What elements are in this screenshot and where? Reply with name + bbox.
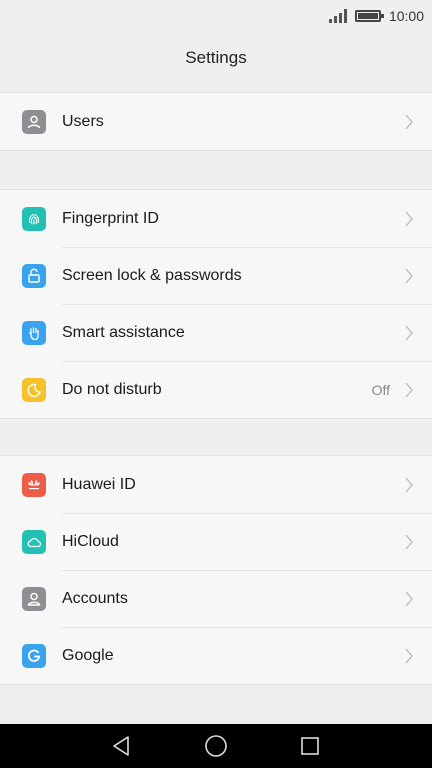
user-icon: [22, 109, 46, 134]
account-icon: [22, 586, 46, 611]
settings-item-screen-lock[interactable]: Screen lock & passwords: [0, 247, 432, 304]
settings-item-do-not-disturb[interactable]: Do not disturb Off: [0, 361, 432, 418]
settings-item-smart-assistance[interactable]: Smart assistance: [0, 304, 432, 361]
settings-item-label: Smart assistance: [62, 323, 185, 341]
battery-icon: [354, 10, 384, 22]
page-title: Settings: [185, 48, 247, 67]
settings-item-google[interactable]: Google: [0, 627, 432, 684]
settings-item-fingerprint[interactable]: Fingerprint ID: [0, 190, 432, 247]
chevron-right-icon: [405, 268, 413, 283]
chevron-right-icon: [405, 114, 413, 129]
moon-icon: [22, 377, 46, 402]
fingerprint-icon: [22, 206, 46, 231]
chevron-right-icon: [405, 477, 413, 492]
settings-group-users: Users: [0, 92, 432, 151]
recents-icon[interactable]: [298, 734, 322, 758]
settings-item-label: Fingerprint ID: [62, 209, 159, 227]
cloud-icon: [22, 529, 46, 554]
settings-item-label: Huawei ID: [62, 475, 136, 493]
settings-item-label: Screen lock & passwords: [62, 266, 242, 284]
chevron-right-icon: [405, 382, 413, 397]
settings-item-accounts[interactable]: Accounts: [0, 570, 432, 627]
lock-icon: [22, 263, 46, 288]
status-bar: 10:00: [0, 0, 432, 32]
settings-item-hicloud[interactable]: HiCloud: [0, 513, 432, 570]
settings-item-label: HiCloud: [62, 532, 119, 550]
settings-item-label: Accounts: [62, 589, 128, 607]
back-icon[interactable]: [110, 734, 134, 758]
huawei-icon: [22, 472, 46, 497]
settings-item-label: Do not disturb: [62, 380, 162, 398]
settings-item-label: Users: [62, 112, 104, 130]
chevron-right-icon: [405, 648, 413, 663]
chevron-right-icon: [405, 325, 413, 340]
do-not-disturb-status: Off: [371, 381, 390, 398]
signal-icon: [328, 9, 347, 23]
hand-icon: [22, 320, 46, 345]
home-icon[interactable]: [204, 734, 228, 758]
settings-group-accounts: Huawei ID HiCloud Accounts Google: [0, 455, 432, 685]
chevron-right-icon: [405, 534, 413, 549]
settings-item-huawei-id[interactable]: Huawei ID: [0, 456, 432, 513]
status-time: 10:00: [388, 8, 424, 24]
settings-group-security: Fingerprint ID Screen lock & passwords S…: [0, 189, 432, 419]
navigation-bar: [0, 724, 432, 768]
chevron-right-icon: [405, 591, 413, 606]
google-icon: [22, 643, 46, 668]
header: Settings: [0, 32, 432, 84]
chevron-right-icon: [405, 211, 413, 226]
settings-item-users[interactable]: Users: [0, 93, 432, 150]
settings-item-label: Google: [62, 646, 114, 664]
